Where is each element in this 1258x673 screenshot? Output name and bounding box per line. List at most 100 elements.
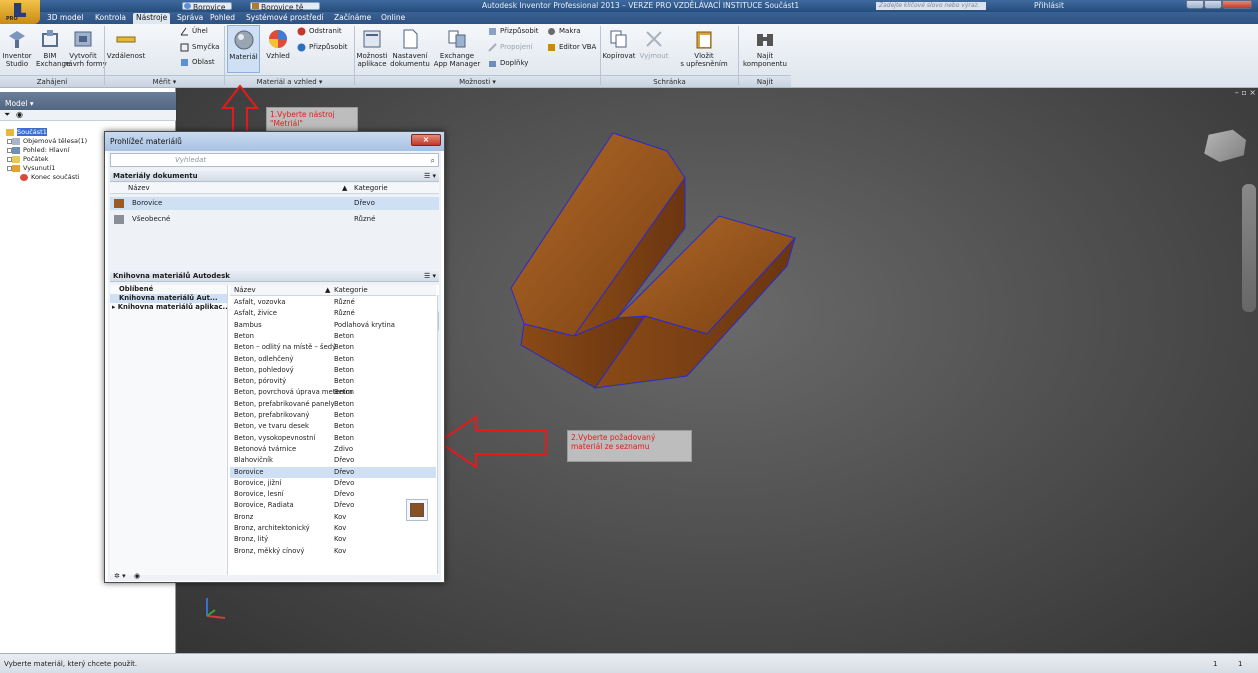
library-material-row[interactable]: Beton – odlitý na místě – šedý Beton <box>230 342 436 353</box>
doc-column-header: Název ▲ Kategorie <box>110 183 439 194</box>
addins-button[interactable]: Doplňky <box>488 59 528 68</box>
paste-special-button[interactable]: Vložit s upřesněním <box>676 28 732 68</box>
library-material-row[interactable]: Blahovičník Dřevo <box>230 455 436 466</box>
measure-angle-button[interactable]: Úhel <box>180 27 208 36</box>
library-material-row[interactable]: Asfalt, živice Různé <box>230 308 436 319</box>
sign-in-link[interactable]: Přihlásit <box>1034 1 1064 11</box>
group-clipboard: Schránka <box>601 75 738 87</box>
minimize-button[interactable] <box>1186 0 1204 9</box>
library-material-row[interactable]: Beton, prefabrikované panely Beton <box>230 399 436 410</box>
macros-button[interactable]: Makra <box>547 27 581 36</box>
maximize-button[interactable] <box>1204 0 1222 9</box>
tree-item-extrusion[interactable]: Vysunutí1 <box>7 164 87 173</box>
close-window-button[interactable] <box>1222 0 1252 9</box>
tab-online[interactable]: Online <box>378 13 408 24</box>
inventor-studio-button[interactable]: Inventor Studio <box>2 28 32 68</box>
document-settings-button[interactable]: Nastavení dokumentu <box>390 28 430 68</box>
measure-loop-button[interactable]: Smyčka <box>180 43 219 52</box>
search-icon[interactable]: ⌕ <box>431 155 435 167</box>
scroll-thumb[interactable] <box>438 311 439 331</box>
column-category[interactable]: Kategorie <box>334 285 368 296</box>
appearance-quick-select[interactable]: Borovice tě <box>250 2 320 12</box>
tab-get-started[interactable]: Začínáme <box>331 13 374 24</box>
library-material-row[interactable]: Beton, pohledový Beton <box>230 365 436 376</box>
library-material-row[interactable]: Beton, prefabrikovaný Beton <box>230 410 436 421</box>
list-options-icon[interactable]: ☰ ▾ <box>424 171 436 182</box>
doc-material-row-pine[interactable]: Borovice Dřevo <box>110 197 439 210</box>
tab-view[interactable]: Pohled <box>207 13 238 24</box>
library-application[interactable]: ▸ Knihovna materiálů aplikac... <box>110 303 227 312</box>
remove-appearance-button[interactable]: Odstranit <box>297 27 342 36</box>
application-options-button[interactable]: Možnosti aplikace <box>356 28 388 68</box>
autodesk-library-header[interactable]: Knihovna materiálů Autodesk ☰ ▾ <box>110 271 439 282</box>
library-material-row[interactable]: Asfalt, vozovka Různé <box>230 297 436 308</box>
tab-3d-model[interactable]: 3D model <box>44 13 86 24</box>
library-material-row[interactable]: Beton, ve tvaru desek Beton <box>230 421 436 432</box>
copy-button[interactable]: Kopírovat <box>602 28 636 60</box>
tree-item-end-of-part[interactable]: Konec součásti <box>18 173 87 182</box>
library-material-row[interactable]: Bronz, litý Kov <box>230 534 436 545</box>
sort-icon[interactable]: ▲ <box>325 285 330 296</box>
find-binoculars-icon[interactable]: ◉ <box>16 110 23 119</box>
column-name[interactable]: Název <box>128 183 150 194</box>
material-name: Bambus <box>234 320 262 329</box>
connect-button[interactable]: Propojení <box>488 43 532 52</box>
material-button[interactable]: Materiál <box>227 25 260 73</box>
tab-manage[interactable]: Správa <box>174 13 206 24</box>
library-material-row[interactable]: Bronz, měkký cínový Kov <box>230 546 436 557</box>
filter-icon[interactable]: ⏷ <box>4 110 10 120</box>
doc-material-row-generic[interactable]: Všeobecné Různé <box>110 213 439 226</box>
group-options[interactable]: Možnosti ▾ <box>355 75 600 87</box>
library-material-row[interactable]: Beton, pórovitý Beton <box>230 376 436 387</box>
find-component-button[interactable]: Najít komponentu <box>741 28 789 68</box>
library-manager-icon[interactable]: ◉ <box>134 571 140 581</box>
library-autodesk[interactable]: Knihovna materiálů Aut... <box>110 294 227 303</box>
gear-icon[interactable]: ✲ ▾ <box>114 571 126 581</box>
tab-inspect[interactable]: Kontrola <box>92 13 129 24</box>
library-material-row[interactable]: Beton, vysokopevnostní Beton <box>230 433 436 444</box>
vba-editor-button[interactable]: Editor VBA <box>547 43 596 52</box>
customize-button[interactable]: Přizpůsobit <box>488 27 539 36</box>
pine-part-model[interactable] <box>510 132 796 389</box>
column-name[interactable]: Název <box>234 285 256 296</box>
document-materials-header[interactable]: Materiály dokumentu ☰ ▾ <box>110 171 439 182</box>
cut-button[interactable]: Vyjmout <box>638 28 670 60</box>
appearance-button[interactable]: Vzhled <box>263 28 293 60</box>
close-dialog-button[interactable]: × <box>411 134 441 146</box>
sort-icon[interactable]: ▲ <box>342 183 347 194</box>
library-material-row[interactable]: Bronz, architektonický Kov <box>230 523 436 534</box>
tab-environments[interactable]: Systémové prostředí <box>243 13 327 24</box>
material-category: Zdivo <box>334 444 354 453</box>
column-category[interactable]: Kategorie <box>354 183 388 194</box>
adjust-appearance-button[interactable]: Přizpůsobit <box>297 43 348 52</box>
browser-title[interactable]: Model ▾ <box>5 99 34 108</box>
library-material-row[interactable]: Borovice, jižní Dřevo <box>230 478 436 489</box>
material-quick-select[interactable]: Borovice <box>182 2 232 12</box>
library-scrollbar[interactable] <box>437 295 439 574</box>
library-material-row[interactable]: Bambus Podlahová krytina <box>230 320 436 331</box>
material-search-input[interactable]: Vyhledat ⌕ <box>110 153 439 167</box>
exchange-app-manager-button[interactable]: Exchange App Manager <box>432 28 482 68</box>
measure-area-button[interactable]: Oblast <box>180 58 215 67</box>
library-material-row[interactable]: Beton, odlehčený Beton <box>230 354 436 365</box>
bim-exchange-button[interactable]: BIM Exchange <box>36 28 70 68</box>
library-material-row[interactable]: Borovice Dřevo <box>230 466 436 478</box>
help-search-input[interactable]: Zadejte klíčové slovo nebo výraz. <box>876 2 986 10</box>
library-favorites[interactable]: Oblíbené <box>110 285 227 294</box>
dialog-title[interactable]: Prohlížeč materiálů <box>105 132 444 151</box>
tree-item-origin[interactable]: Počátek <box>7 155 87 164</box>
tree-item-solid-bodies[interactable]: Objemová tělesa(1) <box>7 137 87 146</box>
measure-distance-button[interactable]: Vzdálenost <box>106 28 146 60</box>
library-material-row[interactable]: Beton Beton <box>230 331 436 342</box>
library-material-row[interactable]: Beton, povrchová úprava metením Beton <box>230 387 436 398</box>
tree-item-part[interactable]: Součást1 <box>4 128 87 137</box>
group-measure[interactable]: Měřit ▾ <box>105 75 224 87</box>
material-category: Kov <box>334 524 347 532</box>
create-mold-button[interactable]: Vytvořit návrh formy <box>64 28 107 68</box>
tab-tools[interactable]: Nástroje <box>133 13 171 24</box>
application-menu-button[interactable]: PRO <box>0 0 40 24</box>
tree-item-view[interactable]: Pohled: Hlavní <box>7 146 87 155</box>
library-material-row[interactable]: Betonová tvárnice Zdivo <box>230 444 436 455</box>
material-preview-thumbnail[interactable] <box>406 499 428 521</box>
list-options-icon[interactable]: ☰ ▾ <box>424 271 436 282</box>
